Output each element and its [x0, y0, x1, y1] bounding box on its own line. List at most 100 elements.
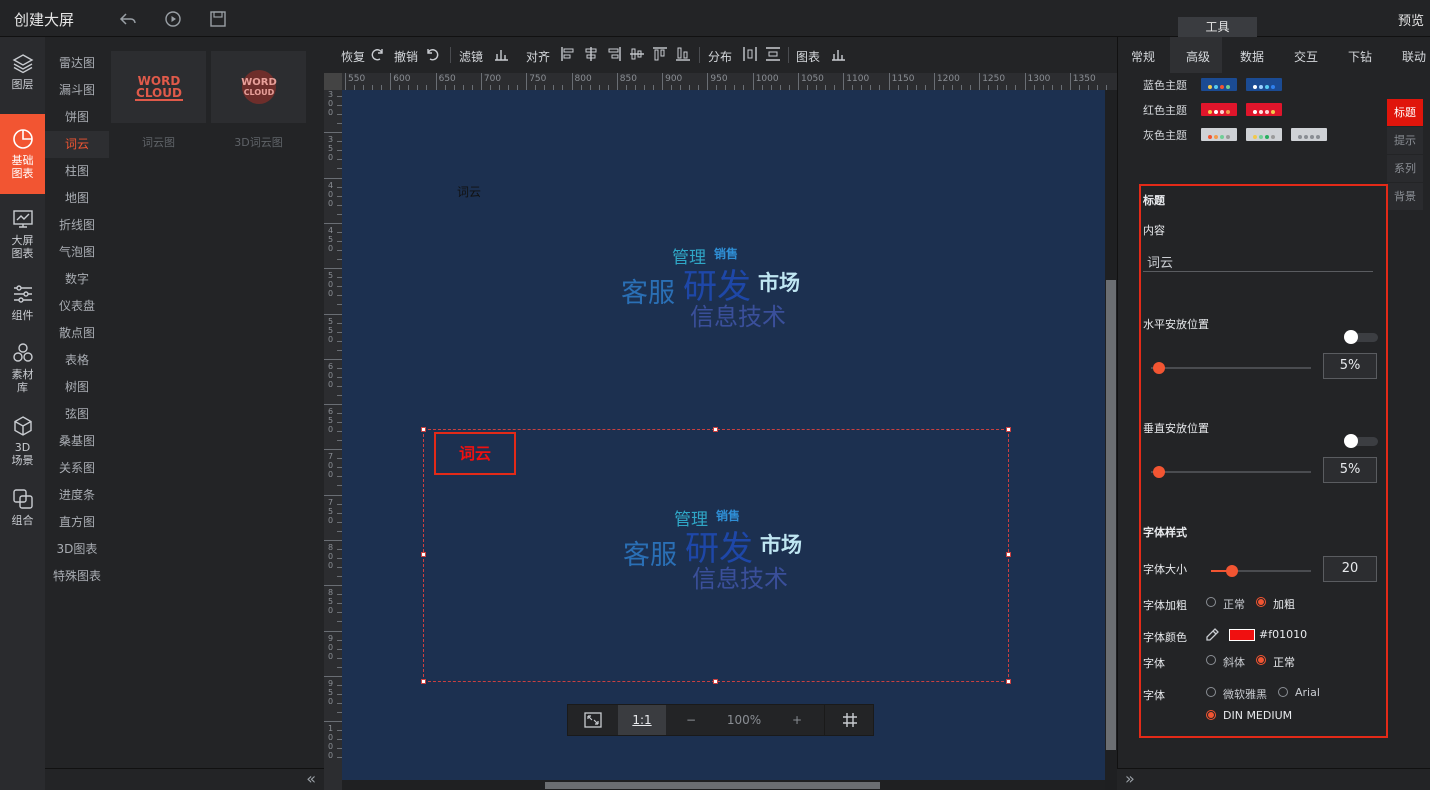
family-arial-radio[interactable]: [1278, 687, 1288, 697]
category-item[interactable]: 进度条: [45, 482, 109, 509]
play-icon[interactable]: [164, 10, 182, 28]
category-item[interactable]: 漏斗图: [45, 77, 109, 104]
family-yahei-label[interactable]: 微软雅黑: [1223, 686, 1267, 702]
category-item[interactable]: 直方图: [45, 509, 109, 536]
fit-screen-icon[interactable]: [568, 705, 618, 735]
theme-swatch[interactable]: [1201, 103, 1237, 116]
canvas-vertical-scrollbar[interactable]: [1105, 90, 1117, 780]
resize-handle[interactable]: [1006, 427, 1011, 432]
category-item[interactable]: 仪表盘: [45, 293, 109, 320]
family-yahei-radio[interactable]: [1206, 687, 1216, 697]
bar-chart-icon[interactable]: [493, 46, 509, 62]
align-center-icon[interactable]: [583, 46, 599, 62]
theme-swatch[interactable]: [1246, 78, 1282, 91]
resize-handle[interactable]: [713, 427, 718, 432]
right-tab[interactable]: 高级: [1186, 48, 1210, 65]
redo-button[interactable]: 恢复: [341, 48, 365, 65]
font-size-slider-knob[interactable]: [1226, 565, 1238, 577]
theme-swatch[interactable]: [1201, 78, 1237, 91]
grid-icon[interactable]: [824, 705, 874, 735]
distribute-button[interactable]: 分布: [708, 48, 732, 65]
chart-icon[interactable]: [830, 46, 846, 62]
italic-radio[interactable]: [1206, 655, 1216, 665]
resize-handle[interactable]: [1006, 552, 1011, 557]
italic-normal-label[interactable]: 正常: [1273, 654, 1295, 670]
h-pos-slider-track[interactable]: [1151, 367, 1311, 369]
3d-wordcloud-thumbnail[interactable]: WORD CLOUD: [211, 51, 306, 123]
undo-icon[interactable]: [424, 46, 440, 62]
right-tab[interactable]: 下钻: [1348, 48, 1372, 65]
italic-label[interactable]: 斜体: [1223, 654, 1245, 670]
h-pos-toggle[interactable]: [1344, 330, 1378, 344]
category-item[interactable]: 饼图: [45, 104, 109, 131]
right-tab[interactable]: 交互: [1294, 48, 1318, 65]
scrollbar-thumb[interactable]: [545, 782, 880, 789]
filter-button[interactable]: 滤镜: [459, 48, 483, 65]
zoom-in-button[interactable]: +: [772, 705, 822, 735]
upper-wordcloud[interactable]: 管理 销售 客服 研发 市场 信息技术: [617, 248, 817, 340]
theme-swatch[interactable]: [1291, 128, 1327, 141]
right-tab[interactable]: 数据: [1240, 48, 1264, 65]
tools-tab[interactable]: 工具: [1178, 17, 1257, 37]
bold-bold-label[interactable]: 加粗: [1273, 596, 1295, 612]
wordcloud-thumbnail[interactable]: WORD CLOUD: [111, 51, 206, 123]
actual-size-button[interactable]: 1:1: [618, 705, 666, 735]
category-item[interactable]: 树图: [45, 374, 109, 401]
scrollbar-thumb[interactable]: [1106, 280, 1116, 750]
category-item[interactable]: 3D图表: [45, 536, 109, 563]
resize-handle[interactable]: [421, 427, 426, 432]
align-button[interactable]: 对齐: [526, 48, 550, 65]
category-item[interactable]: 特殊图表: [45, 563, 109, 590]
nav-basic-charts[interactable]: 基础图表: [0, 114, 45, 194]
h-pos-slider-knob[interactable]: [1153, 362, 1165, 374]
back-icon[interactable]: [119, 10, 137, 28]
align-right-icon[interactable]: [606, 46, 622, 62]
design-canvas[interactable]: 词云 管理 销售 客服 研发 市场 信息技术 管理 销售 客服 研发 市场 信息技术 词云: [342, 90, 1117, 780]
category-item[interactable]: 关系图: [45, 455, 109, 482]
bold-normal-label[interactable]: 正常: [1223, 596, 1245, 612]
category-item[interactable]: 表格: [45, 347, 109, 374]
category-item[interactable]: 弦图: [45, 401, 109, 428]
category-item[interactable]: 气泡图: [45, 239, 109, 266]
redo-icon[interactable]: [370, 46, 386, 62]
right-tab[interactable]: 常规: [1131, 48, 1155, 65]
nav-materials[interactable]: 素材库: [0, 334, 45, 406]
zoom-out-button[interactable]: −: [666, 705, 716, 735]
align-top-icon[interactable]: [652, 46, 668, 62]
align-bottom-icon[interactable]: [675, 46, 691, 62]
category-item[interactable]: 数字: [45, 266, 109, 293]
align-left-icon[interactable]: [560, 46, 576, 62]
collapse-left-icon[interactable]: «: [306, 769, 316, 788]
italic-normal-radio[interactable]: [1256, 655, 1266, 665]
font-color-swatch[interactable]: [1229, 629, 1255, 641]
font-size-input[interactable]: 20: [1323, 556, 1377, 582]
side-tab[interactable]: 标题: [1387, 99, 1423, 126]
resize-handle[interactable]: [421, 679, 426, 684]
nav-screen-charts[interactable]: 大屏图表: [0, 200, 45, 270]
v-pos-toggle[interactable]: [1344, 434, 1378, 448]
category-item[interactable]: 词云: [45, 131, 109, 158]
preview-button[interactable]: 预览: [1398, 10, 1424, 29]
canvas-horizontal-scrollbar[interactable]: [342, 780, 1105, 790]
side-tab[interactable]: 背景: [1387, 183, 1423, 210]
family-din-label[interactable]: DIN MEDIUM: [1223, 709, 1292, 722]
distribute-v-icon[interactable]: [765, 46, 781, 62]
resize-handle[interactable]: [713, 679, 718, 684]
theme-swatch[interactable]: [1246, 128, 1282, 141]
bold-bold-radio[interactable]: [1256, 597, 1266, 607]
distribute-h-icon[interactable]: [742, 46, 758, 62]
v-pos-slider-track[interactable]: [1151, 471, 1311, 473]
family-din-radio[interactable]: [1206, 710, 1216, 720]
content-input[interactable]: 词云: [1143, 252, 1373, 272]
nav-3d-scene[interactable]: 3D场景: [0, 407, 45, 479]
category-item[interactable]: 柱图: [45, 158, 109, 185]
h-pos-input[interactable]: 5%: [1323, 353, 1377, 379]
save-icon[interactable]: [209, 10, 227, 28]
selected-chart-title[interactable]: 词云: [434, 432, 516, 475]
nav-layers[interactable]: 图层: [0, 44, 45, 114]
align-middle-icon[interactable]: [629, 46, 645, 62]
theme-swatch[interactable]: [1201, 128, 1237, 141]
category-item[interactable]: 地图: [45, 185, 109, 212]
v-pos-slider-knob[interactable]: [1153, 466, 1165, 478]
theme-swatch[interactable]: [1246, 103, 1282, 116]
